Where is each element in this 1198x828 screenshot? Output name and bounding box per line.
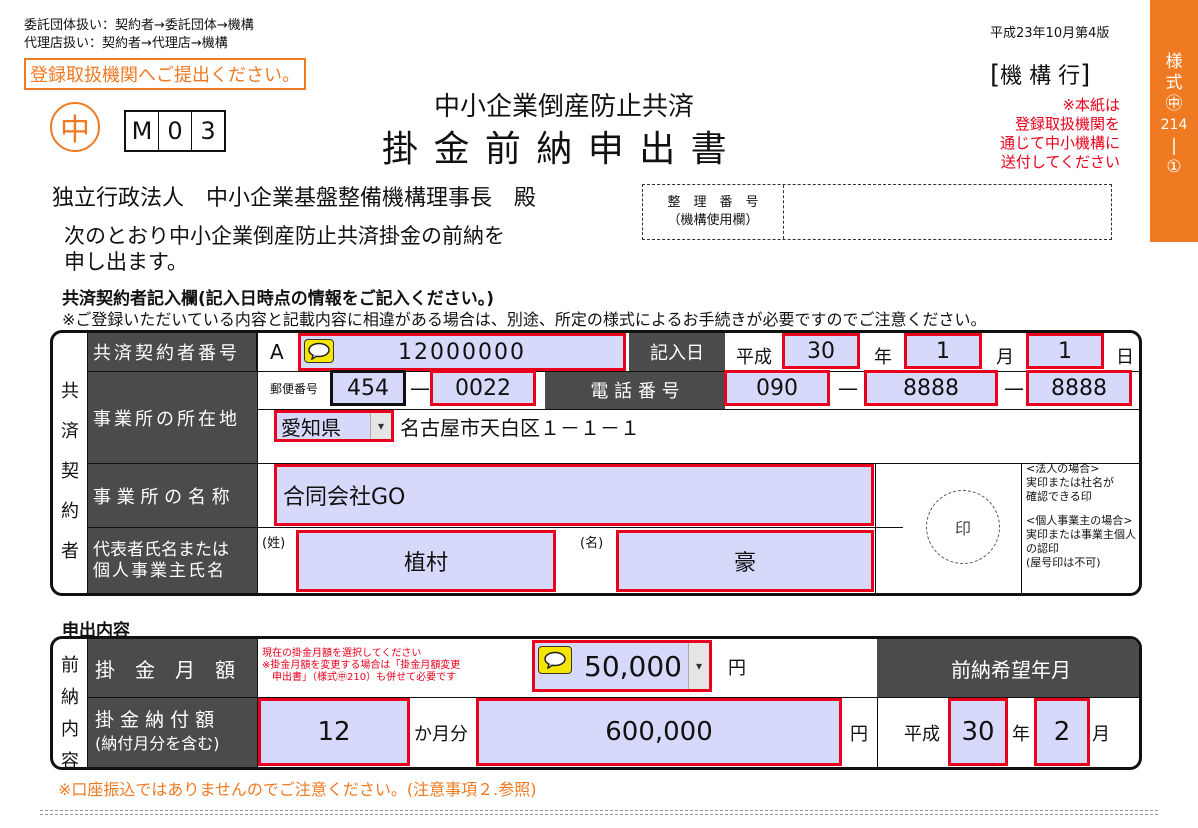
contractor-side-label: 共 済 契 約 者 bbox=[61, 381, 79, 562]
form-title: 掛 金 前 納 申 出 書 bbox=[382, 129, 729, 170]
section1-note: ※ご登録いただいている内容と記載内容に相違がある場合は、別途、所定の様式によるお… bbox=[62, 310, 987, 329]
phone-dash-2: — bbox=[1004, 376, 1024, 400]
prepay-side-label: 前 納 内 容 bbox=[61, 655, 79, 770]
postal-dash: — bbox=[410, 376, 430, 400]
version-label: 平成23年10月第4版 bbox=[990, 26, 1110, 41]
footer-note: ※口座振込ではありませんのでご注意ください。(注意事項２.参照) bbox=[58, 780, 537, 799]
yen-unit-1: 円 bbox=[728, 658, 746, 679]
prefecture-select[interactable]: 愛知県 ▾ bbox=[274, 410, 394, 442]
payment-amount-label: 掛 金 納 付 額 (納付月分を含む) bbox=[87, 697, 257, 767]
address-text: 名古屋市天白区１－１－１ bbox=[400, 416, 640, 440]
addressee: 独立行政法人 中小企業基盤整備機構理事長 殿 bbox=[52, 186, 537, 211]
postal-code-2-field[interactable]: 0022 bbox=[430, 370, 536, 406]
yen-unit-2: 円 bbox=[850, 724, 868, 745]
phone-3-field[interactable]: 8888 bbox=[1026, 370, 1132, 406]
route-note-2: 代理店扱い：契約者→代理店→機構 bbox=[24, 36, 228, 51]
contract-number-label: 共済契約者番号 bbox=[87, 333, 257, 371]
postal-label: 郵便番号 bbox=[270, 382, 319, 396]
kikou-label: [機 構 行] bbox=[990, 60, 1091, 90]
phone-2-field[interactable]: 8888 bbox=[864, 370, 998, 406]
year-unit: 年 bbox=[874, 347, 892, 368]
day-unit: 日 bbox=[1116, 347, 1134, 368]
stamp-note: <法人の場合> 実印または社名が 確認できる印 <個人事業主の場合> 実印または… bbox=[1026, 462, 1136, 569]
wish-month-label: 前納希望年月 bbox=[877, 639, 1139, 697]
contract-prefix: A bbox=[270, 340, 284, 364]
naka-mark-icon: 中 bbox=[50, 102, 100, 152]
months-unit: か月分 bbox=[414, 724, 468, 745]
phone-label: 電 話 番 号 bbox=[545, 371, 725, 409]
form-number-tab: 様 式 ㊥ 214 | ① bbox=[1150, 0, 1198, 242]
monthly-amount-label: 掛 金 月 額 bbox=[87, 639, 257, 697]
route-note-1: 委託団体扱い：契約者→委託団体→機構 bbox=[24, 18, 254, 33]
entry-day-field[interactable]: 1 bbox=[1026, 333, 1104, 369]
month-unit: 月 bbox=[996, 347, 1014, 368]
entry-year-field[interactable]: 30 bbox=[782, 333, 860, 369]
wish-month-field[interactable]: 2 bbox=[1034, 698, 1090, 766]
date-label: 記入日 bbox=[629, 333, 725, 371]
company-name-field[interactable]: 合同会社GO bbox=[274, 464, 874, 526]
wish-year-unit: 年 bbox=[1012, 724, 1030, 745]
wish-month-unit: 月 bbox=[1092, 724, 1110, 745]
form-code: M 0 3 bbox=[124, 110, 226, 152]
chevron-down-icon[interactable]: ▾ bbox=[370, 413, 391, 439]
stamp-circle: 印 bbox=[926, 490, 1000, 564]
company-name-label: 事 業 所 の 名 称 bbox=[87, 463, 257, 527]
bottom-divider-2 bbox=[40, 814, 1158, 815]
submit-notice: 登録取扱機関へご提出ください。 bbox=[24, 58, 306, 90]
wish-year-field[interactable]: 30 bbox=[948, 698, 1008, 766]
form-subtitle: 中小企業倒産防止共済 bbox=[434, 92, 695, 122]
chevron-down-icon[interactable]: ▾ bbox=[688, 643, 709, 689]
entry-month-field[interactable]: 1 bbox=[904, 333, 982, 369]
given-name-field[interactable]: 豪 bbox=[616, 530, 874, 592]
sei-label: (姓) bbox=[262, 536, 286, 551]
contract-number-field[interactable]: 12000000 bbox=[298, 333, 626, 371]
mei-label: (名) bbox=[580, 536, 604, 551]
surname-field[interactable]: 植村 bbox=[296, 530, 556, 592]
reference-number-box: 整 理 番 号 （機構使用欄） bbox=[642, 184, 1112, 240]
intro-text-2: 申し出ます。 bbox=[64, 250, 188, 274]
representative-label: 代表者氏名または 個人事業主氏名 bbox=[87, 527, 257, 593]
phone-dash-1: — bbox=[838, 376, 858, 400]
address-label: 事業所の所在地 bbox=[87, 371, 257, 463]
memo-icon[interactable] bbox=[538, 646, 572, 674]
phone-1-field[interactable]: 090 bbox=[724, 370, 830, 406]
months-field[interactable]: 12 bbox=[258, 698, 410, 766]
postal-code-1-field[interactable]: 454 bbox=[330, 370, 406, 406]
total-amount-field[interactable]: 600,000 bbox=[476, 698, 842, 766]
memo-icon[interactable] bbox=[304, 339, 334, 363]
monthly-amount-note: 現在の掛金月額を選択してください ※掛金月額を変更する場合は「掛金月額変更 申出… bbox=[262, 648, 461, 683]
wish-era-label: 平成 bbox=[904, 724, 940, 745]
bottom-divider bbox=[40, 810, 1158, 811]
red-note: ※本紙は 登録取扱機関を 通じて中小機構に 送付してください bbox=[999, 96, 1120, 171]
era-label: 平成 bbox=[736, 347, 772, 368]
